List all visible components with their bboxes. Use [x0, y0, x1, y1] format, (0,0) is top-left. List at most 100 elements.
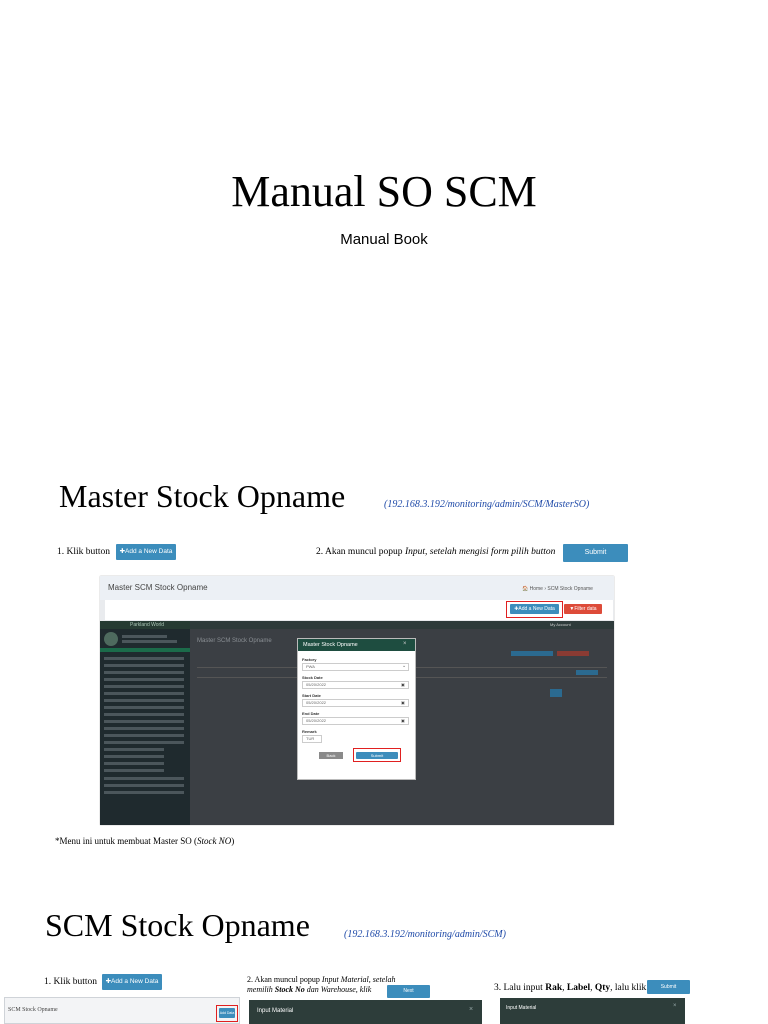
note-italic: Stock NO [196, 836, 232, 846]
field-stock-date-value: 05/20/2022 [306, 682, 327, 687]
field-label-factory: Factory [302, 657, 317, 662]
section1-note: *Menu ini untuk membuat Master SO (Stock… [55, 836, 234, 846]
screenshot-add-button: ✚Add a New Data [510, 604, 559, 614]
note-suffix: ) [231, 836, 235, 846]
field-start-date-value: 05/20/2022 [306, 700, 327, 705]
section1-step1-button-image: ✚Add a New Data [116, 544, 176, 560]
sidebar-item [104, 706, 184, 709]
screenshot-breadcrumb: 🏠 Home › SCM Stock Opname [522, 586, 593, 592]
sidebar-item [104, 762, 164, 765]
note-prefix: *Menu ini untuk membuat Master SO ( [55, 836, 197, 846]
close-icon: × [403, 641, 407, 647]
master-so-screenshot: Master SCM Stock Opname 🏠 Home › SCM Sto… [100, 576, 614, 825]
document-title: Manual SO SCM [231, 167, 537, 216]
screenshot-filter-button: ▼Filter data [564, 604, 602, 614]
screenshot-app-area: Parkland World My Account Master SCM Sto… [100, 621, 614, 825]
section2-title: SCM Stock Opname [45, 907, 310, 943]
sidebar-item [104, 769, 164, 772]
master-stock-opname-modal: Master Stock Opname × Factory PWA ⌄ Stoc… [297, 638, 416, 780]
field-stock-date: 05/20/2022 ▣ [302, 681, 409, 689]
inner-pagination [550, 689, 562, 697]
sidebar-brand-bar: Parkland World [100, 621, 190, 629]
sidebar-item [104, 713, 184, 716]
step2-line2-suffix: dan Warehouse, klik [304, 985, 372, 994]
sidebar-item [104, 685, 184, 688]
field-label-end-date: End Date [302, 711, 320, 716]
field-end-date-value: 05/20/2022 [306, 718, 327, 723]
screenshot-toolbar: ✚Add a New Data ▼Filter data [105, 600, 613, 620]
step3-suffix: , lalu klik [610, 983, 647, 993]
sidebar-item [104, 777, 184, 780]
screenshot-topbar: My Account [190, 621, 614, 629]
section2-step2-text: 2. Akan muncul popup Input Material, set… [247, 975, 395, 995]
section1-url[interactable]: (192.168.3.192/monitoring/admin/SCM/Mast… [384, 499, 589, 510]
sidebar-item [104, 784, 184, 787]
step2-line1-italic: Input Material, [321, 975, 371, 984]
sidebar-active-item [100, 648, 190, 652]
section2-url[interactable]: (192.168.3.192/monitoring/admin/SCM) [344, 929, 506, 940]
sidebar-item [104, 692, 184, 695]
section1-title: Master Stock Opname [59, 478, 346, 514]
modal-header: Master Stock Opname × [298, 639, 415, 651]
screenshot-my-account: My Account [550, 622, 571, 627]
step3-qty: Qty [594, 983, 611, 993]
inner-detail-button [576, 670, 598, 675]
section2-step1-button-image: ✚Add a New Data [102, 974, 162, 990]
section1-step2-text: 2. Akan muncul popup Input, setelah meng… [316, 546, 555, 558]
field-factory-value: PWA [306, 664, 315, 669]
field-remark: TUR [302, 735, 322, 743]
sidebar-user-line [122, 635, 167, 638]
screenshot-header: Master SCM Stock Opname 🏠 Home › SCM Sto… [100, 576, 614, 600]
sidebar-item [104, 791, 184, 794]
screenshot-sidebar: Parkland World [100, 621, 190, 825]
field-factory: PWA ⌄ [302, 663, 409, 671]
section2-shot-b-title: Input Material [257, 1008, 294, 1014]
sidebar-item [104, 678, 184, 681]
sidebar-item [104, 657, 184, 660]
screenshot-brand: Parkland World [130, 622, 165, 628]
modal-back-button: Back [319, 752, 343, 759]
chevron-down-icon: ⌄ [402, 663, 407, 669]
section2-step1-text: 1. Klik button [44, 977, 98, 987]
document-subtitle: Manual Book [340, 231, 428, 248]
step2-line2-bold: Stock No [274, 985, 305, 994]
screenshot-header-title: Master SCM Stock Opname [108, 583, 208, 592]
section2-step2-line2: memilih Stock No dan Warehouse, klik [247, 985, 395, 995]
section1-step1-text: 1. Klik button [57, 547, 111, 557]
screenshot-inner-title: Master SCM Stock Opname [197, 638, 272, 644]
sidebar-item [104, 720, 184, 723]
sidebar-item [104, 741, 184, 744]
section2-step2-line1: 2. Akan muncul popup Input Material, set… [247, 975, 395, 985]
step3-label: Label [566, 983, 591, 993]
sidebar-item [104, 727, 184, 730]
section2-step3-text: 3. Lalu input Rak, Label, Qty, lalu klik [494, 982, 646, 994]
calendar-icon: ▣ [401, 718, 405, 723]
close-icon: × [673, 1003, 677, 1009]
sidebar-item [104, 755, 164, 758]
section2-shot-a-button: Add Data [219, 1008, 235, 1018]
section2-step3-button-image: Submit [647, 980, 690, 994]
sidebar-item [104, 748, 164, 751]
section1-step2-button-image: Submit [563, 544, 628, 562]
field-label-stock-date: Stock Date [302, 675, 323, 680]
modal-submit-button: Submit [356, 752, 398, 759]
calendar-icon: ▣ [401, 700, 405, 705]
step3-rak: Rak [545, 983, 563, 993]
section1-step2-italic: Input, setelah mengisi form pilih button [404, 547, 556, 557]
field-label-start-date: Start Date [302, 693, 321, 698]
section2-screenshot-input-material-2: Input Material × [500, 998, 685, 1024]
step2-line1-prefix: 2. Akan muncul popup [247, 975, 322, 984]
step3-prefix: 3. Lalu input [494, 983, 546, 993]
avatar [104, 632, 118, 646]
section2-screenshot-list: SCM Stock Opname Add Data [4, 997, 240, 1024]
inner-filter-button [557, 651, 589, 656]
field-label-remark: Remark [302, 729, 317, 734]
section2-step2-button-image: Next [387, 985, 430, 998]
field-remark-value: TUR [306, 736, 315, 741]
calendar-icon: ▣ [401, 682, 405, 687]
sidebar-item [104, 671, 184, 674]
sidebar-user-line [122, 640, 177, 643]
step2-line2-prefix: memilih [247, 985, 275, 994]
field-start-date: 05/20/2022 ▣ [302, 699, 409, 707]
section2-shot-c-title: Input Material [506, 1005, 537, 1011]
